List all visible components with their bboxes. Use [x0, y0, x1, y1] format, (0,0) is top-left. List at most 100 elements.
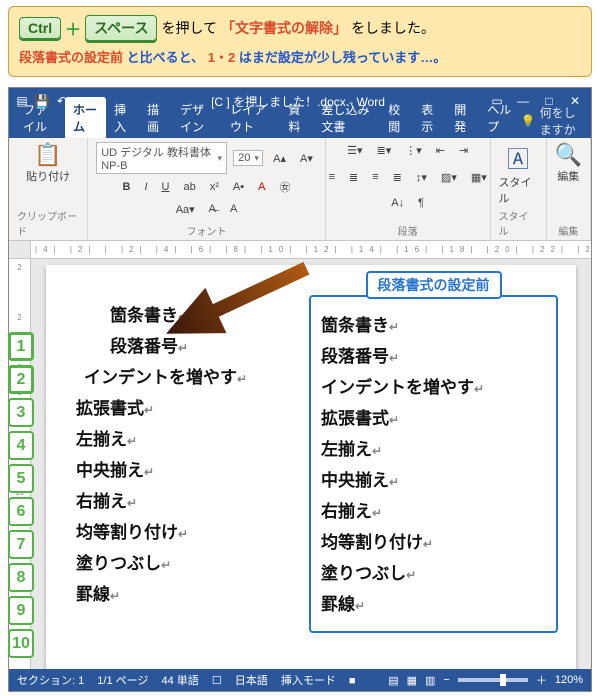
zoom-out-button[interactable]: −: [443, 674, 449, 686]
font-family-select[interactable]: UD デジタル 教科書体 NP-B▾: [96, 142, 227, 174]
document-line[interactable]: 左揃え↵: [321, 435, 546, 460]
document-line[interactable]: 罫線↵: [321, 590, 546, 615]
document-line[interactable]: 右揃え↵: [321, 497, 546, 522]
lightbulb-icon: 💡: [521, 114, 536, 128]
phonetic-guide-button[interactable]: Aa▾: [172, 201, 199, 218]
document-line[interactable]: 左揃え↵: [76, 425, 301, 450]
bullets-button[interactable]: ☰▾: [343, 142, 366, 159]
status-macro-icon[interactable]: ■: [349, 675, 356, 687]
line-number-badge: 10: [8, 629, 34, 658]
key-space: スペース: [85, 15, 157, 41]
paste-label[interactable]: 貼り付け: [26, 168, 70, 184]
numbering-button[interactable]: ≣▾: [373, 142, 396, 159]
justify-button[interactable]: ≣: [389, 169, 406, 186]
borders-button[interactable]: ▦▾: [467, 169, 491, 186]
zoom-slider[interactable]: [458, 678, 528, 682]
document-line[interactable]: インデントを増やす↵: [321, 373, 546, 398]
document-line[interactable]: 拡張書式↵: [321, 404, 546, 429]
tell-me-label: 何をしますか: [540, 104, 585, 138]
document-line[interactable]: 段落番号↵: [321, 342, 546, 367]
paste-icon[interactable]: 📋: [34, 142, 61, 168]
status-page[interactable]: 1/1 ページ: [97, 675, 148, 687]
ruler-corner: [9, 241, 31, 259]
document-line[interactable]: 箇条書き↵: [321, 311, 546, 336]
align-left-button[interactable]: ≡: [325, 169, 339, 185]
tab-描画[interactable]: 描画: [139, 97, 172, 138]
align-right-button[interactable]: ≡: [368, 169, 382, 185]
note-line1-c: をしました。: [351, 18, 435, 38]
view-web-icon[interactable]: ▥: [425, 674, 435, 687]
view-read-icon[interactable]: ▤: [388, 674, 398, 687]
decrease-indent-button[interactable]: ⇤: [432, 142, 449, 159]
edit-label[interactable]: 編集: [557, 168, 579, 184]
document-line[interactable]: 塗りつぶし↵: [321, 559, 546, 584]
zoom-level[interactable]: 120%: [555, 674, 583, 686]
tab-資料[interactable]: 資料: [280, 97, 313, 138]
strike-button[interactable]: ab: [180, 179, 200, 195]
status-proofing-icon[interactable]: ☐: [212, 675, 222, 687]
align-center-button[interactable]: ≣: [345, 169, 362, 186]
text-effect-button[interactable]: x²: [206, 179, 223, 195]
tab-ファイル[interactable]: ファイル: [15, 97, 65, 138]
shrink-font-icon[interactable]: A▾: [296, 150, 317, 167]
tab-ヘルプ[interactable]: ヘルプ: [479, 97, 520, 138]
document-viewport[interactable]: 箇条書き↵ 段落番号↵ インデントを増やす↵ 拡張書式↵ 左揃え↵ 中央揃え↵ 右揃え↵ 均等…: [31, 259, 591, 669]
document-page[interactable]: 箇条書き↵ 段落番号↵ インデントを増やす↵ 拡張書式↵ 左揃え↵ 中央揃え↵ 右揃え↵ 均等…: [46, 265, 576, 669]
tab-校閲[interactable]: 校閲: [380, 97, 413, 138]
enclose-char-button[interactable]: ㊛: [276, 177, 295, 197]
note-line2-b: と比べると、: [127, 50, 204, 65]
view-print-icon[interactable]: ▦: [407, 674, 417, 687]
status-language[interactable]: 日本語: [235, 675, 268, 687]
sort-button[interactable]: A↓: [387, 195, 408, 211]
document-line[interactable]: 中央揃え↵: [321, 466, 546, 491]
paragraph-mark-icon: ↵: [389, 413, 399, 427]
document-line[interactable]: 均等割り付け↵: [76, 518, 301, 543]
italic-button[interactable]: I: [140, 179, 151, 195]
bold-button[interactable]: B: [119, 179, 135, 195]
show-marks-button[interactable]: ¶: [414, 195, 428, 211]
status-insert-mode[interactable]: 挿入モード: [281, 675, 336, 687]
styles-label[interactable]: スタイル: [499, 174, 538, 206]
key-ctrl: Ctrl: [19, 17, 61, 39]
paragraph-mark-icon: ↵: [127, 496, 137, 510]
document-line[interactable]: 罫線↵: [76, 580, 301, 605]
note-line1-a: を押して: [161, 18, 217, 38]
clear-format-button[interactable]: A̶: [205, 201, 220, 217]
word-window: 12345678910 ▤ 💾 ↶ ↷ ▾ [C ] を押しました！.docx …: [8, 87, 592, 692]
tab-差し込み文書[interactable]: 差し込み文書: [313, 97, 380, 138]
tab-レイアウト[interactable]: レイアウト: [222, 97, 280, 138]
ribbon: 📋 貼り付け クリップボード UD デジタル 教科書体 NP-B▾ 20▾ A▴…: [9, 138, 591, 241]
highlight-button[interactable]: A▪: [229, 179, 248, 195]
char-border-button[interactable]: A: [226, 201, 241, 217]
line-number-badge: 2: [8, 365, 34, 394]
horizontal-ruler[interactable]: |4| |2| | |2| |4| |6| |8| |10| |12| |14|…: [31, 241, 591, 259]
line-number-badges: 12345678910: [8, 332, 34, 658]
document-line[interactable]: 中央揃え↵: [76, 456, 301, 481]
increase-indent-button[interactable]: ⇥: [455, 142, 472, 159]
multilevel-button[interactable]: ⋮▾: [401, 142, 426, 159]
document-line[interactable]: インデントを増やす↵: [76, 363, 301, 388]
tab-デザイン[interactable]: デザイン: [172, 97, 222, 138]
tab-開発[interactable]: 開発: [446, 97, 479, 138]
styles-icon[interactable]: 🄰: [507, 142, 529, 174]
status-section[interactable]: セクション: 1: [17, 675, 84, 687]
find-icon[interactable]: 🔍: [555, 142, 582, 168]
font-size-select[interactable]: 20▾: [233, 150, 263, 166]
tab-表示[interactable]: 表示: [413, 97, 446, 138]
tab-ホーム[interactable]: ホーム: [65, 97, 106, 138]
document-line[interactable]: 均等割り付け↵: [321, 528, 546, 553]
grow-font-icon[interactable]: A▴: [269, 150, 290, 167]
tell-me[interactable]: 💡 何をしますか: [521, 104, 585, 138]
zoom-in-button[interactable]: ＋: [536, 672, 547, 688]
shading-button[interactable]: ▨▾: [437, 169, 461, 186]
document-line[interactable]: 拡張書式↵: [76, 394, 301, 419]
document-line[interactable]: 塗りつぶし↵: [76, 549, 301, 574]
ribbon-tabs: ファイルホーム挿入描画デザインレイアウト資料差し込み文書校閲表示開発ヘルプ 💡 …: [9, 114, 591, 138]
underline-button[interactable]: U: [158, 179, 174, 195]
clipboard-group-label: クリップボード: [17, 208, 79, 238]
line-spacing-button[interactable]: ↕▾: [412, 169, 431, 186]
font-color-button[interactable]: A: [254, 179, 269, 195]
status-words[interactable]: 44 単語: [162, 675, 199, 687]
document-line[interactable]: 右揃え↵: [76, 487, 301, 512]
tab-挿入[interactable]: 挿入: [106, 97, 139, 138]
